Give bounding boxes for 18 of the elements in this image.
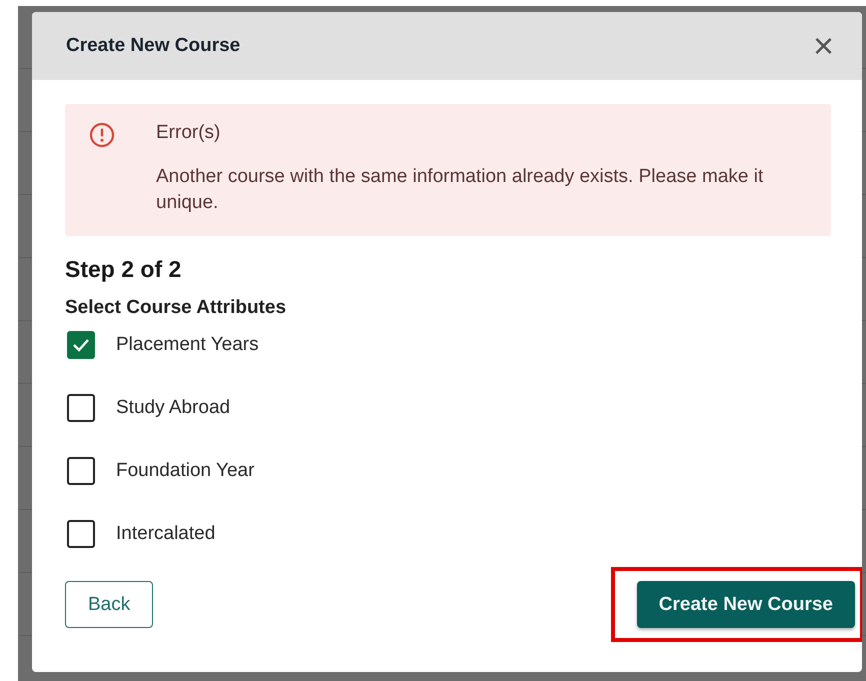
section-label: Select Course Attributes xyxy=(65,297,288,319)
checkbox[interactable] xyxy=(67,331,95,359)
error-message: Another course with the same information already exists. Please make it unique. xyxy=(156,165,764,215)
dialog-title: Create New Course xyxy=(66,35,240,57)
checkbox-label: Placement Years xyxy=(116,334,259,356)
checkbox[interactable] xyxy=(67,520,95,548)
back-button[interactable]: Back xyxy=(65,581,154,628)
alert-icon xyxy=(89,122,115,148)
checkbox-label: Intercalated xyxy=(116,523,216,545)
checkbox[interactable] xyxy=(67,394,95,422)
error-title: Error(s) xyxy=(156,122,222,145)
checkbox-label: Foundation Year xyxy=(116,460,254,482)
checkbox-label: Study Abroad xyxy=(116,397,230,419)
checkbox[interactable] xyxy=(67,457,95,485)
close-button[interactable]: × xyxy=(810,31,836,61)
step-indicator: Step 2 of 2 xyxy=(65,256,182,283)
check-icon xyxy=(72,338,90,352)
create-button[interactable]: Create New Course xyxy=(636,581,855,628)
